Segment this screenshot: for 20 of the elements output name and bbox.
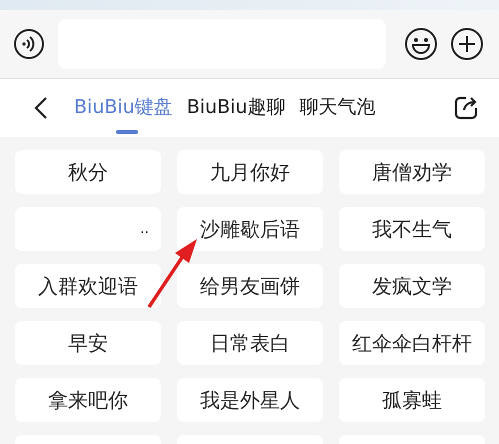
phrase-chip[interactable]: 秋分 [15,150,161,194]
emoji-icon[interactable] [402,25,440,63]
tab[interactable]: BiuBiu趣聊 [186,80,286,136]
phrase-chip[interactable]: .. [15,207,161,251]
plus-icon[interactable] [448,25,486,63]
phrase-chip[interactable]: 孤寡蛙 [339,378,485,422]
phrase-chip[interactable]: 拿来吧你 [15,378,161,422]
phrase-chip[interactable]: 九月你好 [177,150,323,194]
phrase-chip[interactable]: 发疯文学 [339,264,485,308]
phrase-chip[interactable]: 早安 [15,321,161,365]
phrase-chip[interactable]: 日常表白 [177,321,323,365]
phrase-chip[interactable]: 红伞伞白杆杆 [339,321,485,365]
phrase-chip[interactable]: 入群欢迎语 [15,264,161,308]
phrase-chip[interactable]: 给男友画饼 [177,264,323,308]
phrase-chip[interactable]: 沙雕歇后语 [177,207,323,251]
phrase-chip[interactable]: 我是外星人 [177,378,323,422]
tab[interactable]: 聊天气泡 [299,80,376,136]
phrase-chip[interactable]: 唐僧劝学 [339,150,485,194]
phrase-chip[interactable]: 我不生气 [339,207,485,251]
tab[interactable]: BiuBiu键盘 [74,80,173,136]
